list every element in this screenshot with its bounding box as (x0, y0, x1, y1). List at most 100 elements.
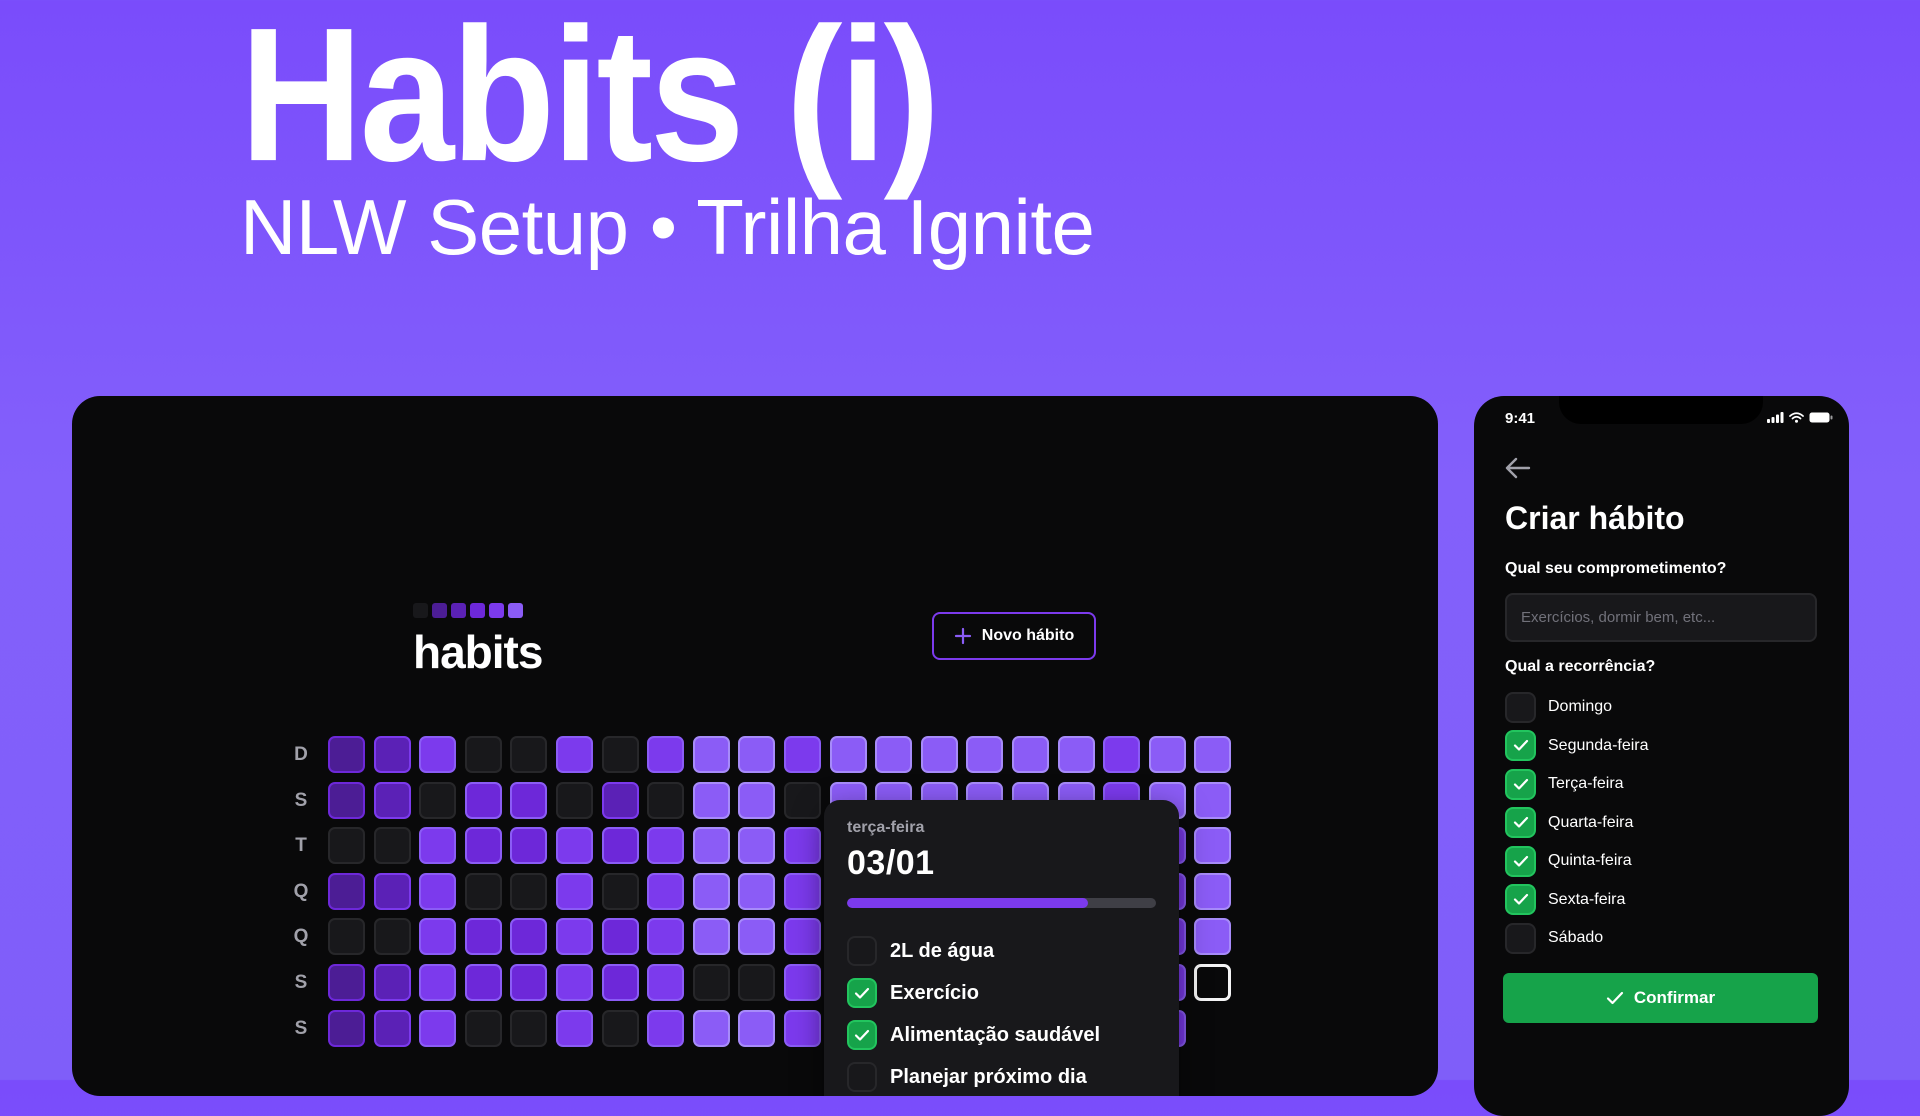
habit-day[interactable] (373, 781, 411, 819)
habit-day[interactable] (692, 872, 730, 910)
habit-title-input[interactable] (1505, 593, 1817, 642)
habit-day[interactable] (556, 918, 593, 956)
habit-day[interactable] (510, 827, 548, 865)
habit-day[interactable] (647, 781, 685, 819)
habit-day[interactable] (464, 827, 502, 865)
popover-habit-item[interactable]: 2L de água (847, 930, 1156, 972)
habit-day[interactable] (556, 827, 593, 865)
habit-day[interactable] (373, 872, 411, 910)
habit-day[interactable] (373, 1009, 411, 1047)
habit-day[interactable] (784, 1009, 821, 1047)
habit-day[interactable] (692, 918, 730, 956)
habit-day[interactable] (784, 872, 821, 910)
habit-day[interactable] (647, 918, 685, 956)
habit-day[interactable] (419, 872, 457, 910)
habit-day[interactable] (510, 918, 548, 956)
habit-day[interactable] (875, 736, 913, 773)
habit-day[interactable] (419, 1009, 457, 1047)
habit-day[interactable] (784, 736, 821, 773)
habit-day[interactable] (328, 964, 365, 1001)
recurrence-day-option[interactable]: Domingo (1505, 688, 1649, 727)
habit-day[interactable] (738, 827, 776, 865)
habit-day[interactable] (1012, 736, 1049, 773)
habit-day[interactable] (1148, 736, 1186, 773)
habit-day[interactable] (464, 736, 502, 773)
habit-day[interactable] (1103, 736, 1141, 773)
habit-day[interactable] (328, 872, 365, 910)
habit-day[interactable] (1194, 918, 1232, 956)
habit-day[interactable] (784, 964, 821, 1001)
habit-day[interactable] (464, 781, 502, 819)
day-checkbox[interactable] (1505, 807, 1536, 839)
day-checkbox[interactable] (1505, 845, 1536, 877)
habit-day[interactable] (510, 872, 548, 910)
habit-day[interactable] (1194, 736, 1232, 773)
habit-day[interactable] (510, 736, 548, 773)
new-habit-button[interactable]: Novo hábito (932, 612, 1096, 660)
habit-day[interactable] (647, 872, 685, 910)
habit-day[interactable] (692, 781, 730, 819)
habit-day[interactable] (601, 964, 639, 1001)
popover-habit-item[interactable]: Alimentação saudável (847, 1014, 1156, 1056)
habit-day[interactable] (373, 827, 411, 865)
habit-day[interactable] (373, 918, 411, 956)
habit-day[interactable] (920, 736, 958, 773)
habit-day[interactable] (464, 1009, 502, 1047)
habit-day[interactable] (1194, 872, 1232, 910)
confirm-button[interactable]: Confirmar (1503, 973, 1818, 1023)
habit-day[interactable] (556, 781, 593, 819)
habit-checkbox[interactable] (847, 1062, 877, 1092)
habit-day[interactable] (419, 781, 457, 819)
popover-habit-item[interactable]: Exercício (847, 972, 1156, 1014)
habit-checkbox[interactable] (847, 1020, 877, 1050)
recurrence-day-option[interactable]: Segunda-feira (1505, 727, 1649, 766)
habit-day[interactable] (738, 964, 776, 1001)
habit-day[interactable] (328, 827, 365, 865)
habit-day[interactable] (784, 918, 821, 956)
back-button[interactable] (1504, 456, 1532, 485)
habit-day[interactable] (510, 781, 548, 819)
day-checkbox[interactable] (1505, 730, 1536, 762)
habit-day[interactable] (692, 964, 730, 1001)
habit-day[interactable] (738, 1009, 776, 1047)
habit-checkbox[interactable] (847, 936, 877, 966)
habit-day[interactable] (1057, 736, 1095, 773)
habit-day-today[interactable] (1194, 964, 1232, 1001)
habit-day[interactable] (692, 1009, 730, 1047)
habit-day[interactable] (738, 781, 776, 819)
habit-day[interactable] (647, 827, 685, 865)
habit-day[interactable] (464, 918, 502, 956)
habit-day[interactable] (373, 736, 411, 773)
habit-day[interactable] (692, 827, 730, 865)
habit-day[interactable] (328, 781, 365, 819)
habit-day[interactable] (601, 918, 639, 956)
habit-day[interactable] (647, 1009, 685, 1047)
day-checkbox[interactable] (1505, 691, 1536, 723)
recurrence-day-option[interactable]: Sábado (1505, 919, 1649, 958)
habit-day[interactable] (601, 736, 639, 773)
habit-day[interactable] (464, 872, 502, 910)
day-checkbox[interactable] (1505, 768, 1536, 800)
day-checkbox[interactable] (1505, 922, 1536, 954)
habit-day[interactable] (738, 918, 776, 956)
habit-day[interactable] (556, 964, 593, 1001)
habit-day[interactable] (556, 736, 593, 773)
recurrence-day-option[interactable]: Sexta-feira (1505, 881, 1649, 920)
popover-habit-item[interactable]: Planejar próximo dia (847, 1056, 1156, 1096)
habit-day[interactable] (328, 1009, 365, 1047)
day-checkbox[interactable] (1505, 884, 1536, 916)
habit-day[interactable] (601, 872, 639, 910)
habit-day[interactable] (601, 827, 639, 865)
habit-day[interactable] (419, 736, 457, 773)
habit-day[interactable] (373, 964, 411, 1001)
habit-day[interactable] (692, 736, 730, 773)
habit-day[interactable] (556, 1009, 593, 1047)
habit-day[interactable] (556, 872, 593, 910)
habit-day[interactable] (510, 964, 548, 1001)
habit-day[interactable] (328, 736, 365, 773)
habit-checkbox[interactable] (847, 978, 877, 1008)
habit-day[interactable] (784, 781, 821, 819)
habit-day[interactable] (738, 736, 776, 773)
habit-day[interactable] (738, 872, 776, 910)
recurrence-day-option[interactable]: Quarta-feira (1505, 804, 1649, 843)
